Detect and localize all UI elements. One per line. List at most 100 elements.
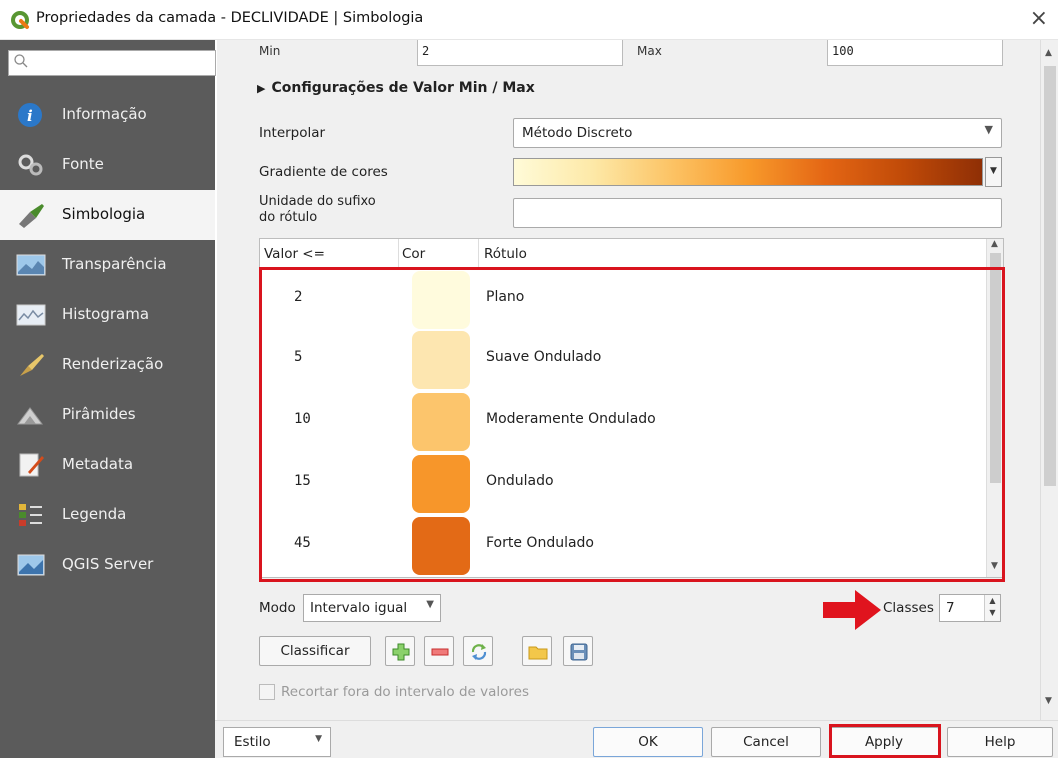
interpolate-value: Método Discreto [522,125,633,141]
add-class-button[interactable] [385,636,415,666]
save-icon [570,643,588,661]
apply-highlight-box [829,724,941,758]
panel-scrollbar[interactable]: ▲ ▼ [1040,40,1058,720]
pyramids-icon [17,407,43,425]
load-classes-button[interactable] [522,636,552,666]
max-label: Max [637,44,662,58]
mode-value: Intervalo igual [310,600,408,616]
search-icon [14,54,28,68]
label-suffix-input[interactable] [513,198,1002,228]
reverse-colors-button[interactable] [463,636,493,666]
symbology-panel: Min 2 Max 100 ▶ Configurações de Valor Mi… [217,40,1040,720]
sidebar-item-label: Transparência [62,255,167,273]
classify-button[interactable]: Classificar [259,636,371,666]
sidebar-item-histograma[interactable]: Histograma [0,290,215,340]
qgis-logo-icon [11,11,29,29]
color-ramp-preview[interactable] [513,158,983,186]
header-label[interactable]: Rótulo [484,246,527,262]
transparency-icon [16,254,46,276]
save-classes-button[interactable] [563,636,593,666]
sidebar-item-label: Simbologia [62,205,146,223]
sidebar-item-label: Fonte [62,155,104,173]
sidebar-item-label: Legenda [62,505,127,523]
sidebar-item-label: QGIS Server [62,555,154,573]
interpolate-select[interactable]: Método Discreto ▼ [513,118,1002,148]
window-title: Propriedades da camada - DECLIVIDADE | S… [36,10,424,26]
sidebar-item-fonte[interactable]: Fonte [0,140,215,190]
panel-scrollbar-thumb[interactable] [1044,66,1056,486]
sidebar: i Informação Fonte Simbologia Transparên… [0,40,216,758]
title-bar: Propriedades da camada - DECLIVIDADE | S… [0,0,1058,40]
sidebar-item-transparencia[interactable]: Transparência [0,240,215,290]
source-icon [18,154,43,176]
chevron-down-icon: ▼ [315,734,322,744]
qgis-server-icon [17,554,45,576]
scroll-down-icon[interactable]: ▼ [1045,696,1052,706]
sidebar-item-label: Metadata [62,455,134,473]
max-input[interactable]: 100 [827,40,1003,66]
clip-out-of-range-checkbox[interactable]: Recortar fora do intervalo de valores [259,684,529,700]
header-color[interactable]: Cor [402,246,425,262]
min-label: Min [259,44,281,58]
remove-class-button[interactable] [424,636,454,666]
label-suffix-line1: Unidade do sufixo [259,194,376,209]
metadata-icon [19,453,44,477]
spin-arrows-icon[interactable]: ▲ ▼ [984,595,1000,621]
column-divider [478,239,479,269]
minus-icon [431,648,449,656]
min-max-row: Min 2 Max 100 [217,40,1040,68]
legend-icon [19,504,42,526]
histogram-icon [16,304,46,326]
sidebar-item-qgis-server[interactable]: QGIS Server [0,540,215,590]
table-header: Valor <= Cor Rótulo [260,239,1003,269]
sidebar-item-legenda[interactable]: Legenda [0,490,215,540]
symbology-icon [19,204,44,228]
sidebar-item-label: Pirâmides [62,405,136,423]
checkbox-icon[interactable] [259,684,275,700]
svg-text:i: i [27,107,33,125]
style-dropdown[interactable]: Estilo ▼ [223,727,331,757]
min-input[interactable]: 2 [417,40,623,66]
chevron-down-icon: ▼ [990,166,997,176]
close-icon[interactable]: × [1030,6,1048,31]
column-divider [398,239,399,269]
scroll-up-icon[interactable]: ▲ [1045,48,1052,58]
ok-button[interactable]: OK [593,727,703,757]
mode-label: Modo [259,600,296,616]
sidebar-item-label: Histograma [62,305,150,323]
classes-spinbox[interactable]: 7 ▲ ▼ [939,594,1001,622]
expand-arrow-icon: ▶ [257,82,266,95]
cancel-button[interactable]: Cancel [711,727,821,757]
chevron-down-icon: ▼ [984,123,993,136]
sidebar-item-renderizacao[interactable]: Renderização [0,340,215,390]
plus-icon [392,643,410,661]
sidebar-item-label: Informação [62,105,147,123]
mode-select[interactable]: Intervalo igual ▼ [303,594,441,622]
label-suffix-line2: do rótulo [259,210,318,225]
folder-icon [528,646,548,660]
label-suffix-label: Unidade do sufixo do rótulo [259,194,376,226]
sidebar-item-piramides[interactable]: Pirâmides [0,390,215,440]
table-highlight-box [259,267,1005,582]
header-value[interactable]: Valor <= [264,246,325,262]
clip-out-of-range-label: Recortar fora do intervalo de valores [281,684,530,700]
sidebar-nav: i Informação Fonte Simbologia Transparên… [0,90,215,590]
classes-value: 7 [946,600,955,616]
sidebar-item-metadata[interactable]: Metadata [0,440,215,490]
chevron-down-icon: ▼ [426,599,434,610]
help-button[interactable]: Help [947,727,1053,757]
min-max-settings-toggle[interactable]: ▶ Configurações de Valor Min / Max [257,80,535,96]
info-icon: i [18,103,42,127]
color-ramp-dropdown[interactable]: ▼ [985,157,1002,187]
color-ramp-label: Gradiente de cores [259,164,388,180]
red-arrow-icon [823,590,881,630]
search-input[interactable] [8,50,216,76]
section-title: Configurações de Valor Min / Max [271,80,535,96]
interpolate-label: Interpolar [259,125,326,141]
classes-label: Classes [883,600,934,616]
scroll-up-icon[interactable]: ▲ [991,239,998,249]
style-label: Estilo [234,734,271,750]
sidebar-item-informacao[interactable]: i Informação [0,90,215,140]
sidebar-item-simbologia[interactable]: Simbologia [0,190,215,240]
refresh-icon [471,644,487,660]
